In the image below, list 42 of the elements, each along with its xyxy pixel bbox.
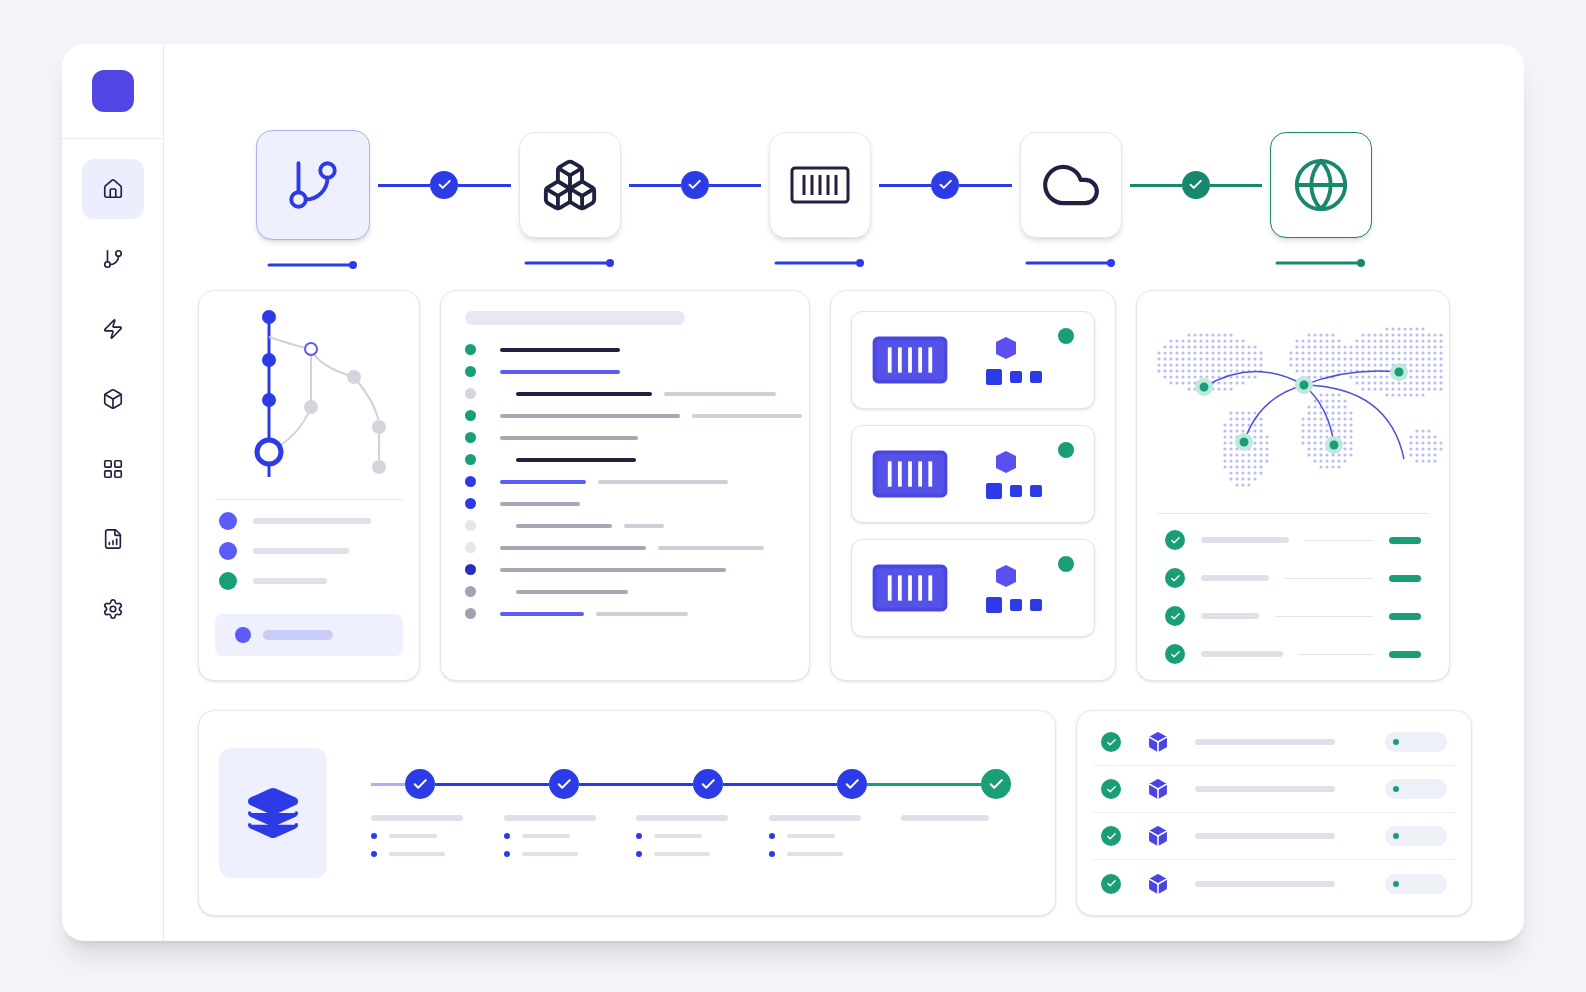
commit-node bbox=[262, 393, 276, 407]
connector-line bbox=[1129, 183, 1182, 187]
container-card[interactable] bbox=[851, 539, 1095, 637]
container-icon bbox=[872, 449, 948, 499]
commit-node bbox=[262, 353, 276, 367]
status-bar bbox=[1389, 574, 1421, 582]
layers-icon bbox=[245, 785, 301, 841]
connector-line bbox=[708, 183, 761, 187]
toggle-pill[interactable] bbox=[1385, 873, 1447, 894]
toggle-pill[interactable] bbox=[1385, 779, 1447, 799]
current-commit-node bbox=[254, 437, 284, 467]
commit-node bbox=[262, 310, 276, 324]
toggle-pill[interactable] bbox=[1385, 732, 1447, 752]
branch-icon bbox=[101, 248, 124, 270]
connector-line bbox=[378, 183, 431, 187]
commit-node bbox=[347, 370, 361, 384]
connector-line bbox=[458, 183, 511, 187]
container-card[interactable] bbox=[851, 425, 1095, 523]
connector-line bbox=[879, 183, 932, 187]
sidebar-item[interactable] bbox=[81, 159, 144, 219]
toggle-pill[interactable] bbox=[1385, 826, 1447, 846]
commit-node bbox=[304, 342, 318, 356]
globe-icon bbox=[1292, 156, 1350, 214]
container-card[interactable] bbox=[851, 311, 1095, 409]
container-icon bbox=[872, 563, 948, 613]
commit-node bbox=[304, 400, 318, 414]
cube-icon bbox=[101, 388, 124, 410]
status-bar bbox=[1389, 612, 1421, 620]
stage-card[interactable] bbox=[256, 130, 370, 240]
connector-line bbox=[959, 183, 1012, 187]
home-icon bbox=[101, 178, 124, 200]
lightning-icon bbox=[101, 318, 124, 340]
container-icon bbox=[872, 335, 948, 385]
status-bar bbox=[1389, 650, 1421, 658]
connector-line bbox=[1209, 183, 1262, 187]
grid-icon bbox=[101, 458, 124, 480]
settings-icon bbox=[101, 598, 124, 620]
container-icon bbox=[790, 166, 850, 204]
status-bar bbox=[1389, 536, 1421, 544]
connector-line bbox=[628, 183, 681, 187]
branch-chip[interactable] bbox=[215, 614, 403, 656]
app-logo[interactable] bbox=[91, 70, 134, 112]
